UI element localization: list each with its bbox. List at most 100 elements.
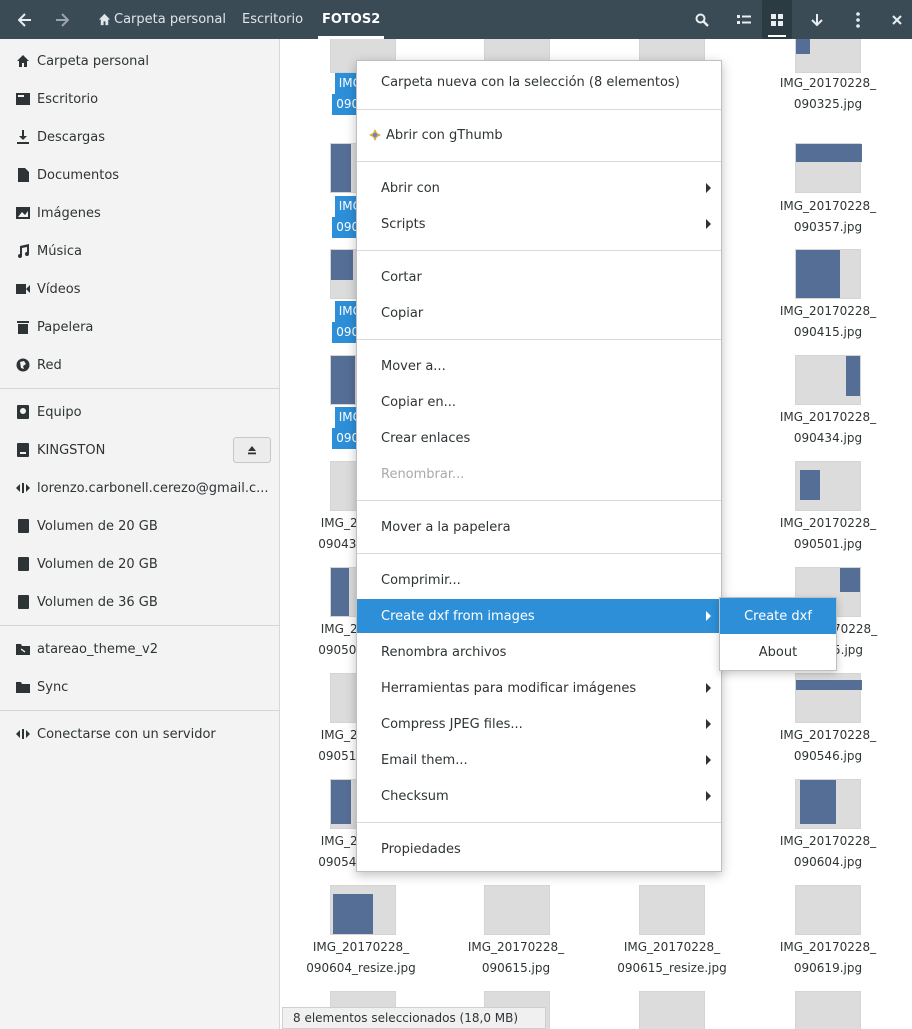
menu-separator (357, 822, 721, 823)
menu-item-copy-to[interactable]: Copiar en... (357, 385, 721, 419)
close-button[interactable] (884, 0, 910, 39)
menu-item-copy[interactable]: Copiar (357, 296, 721, 330)
file-name-line: IMG_20170228_ (779, 940, 877, 954)
file-label-fragment[interactable]: 70228_ 5.jpg (833, 619, 893, 661)
menu-button[interactable] (845, 0, 871, 39)
sidebar-item-label: Papelera (37, 319, 94, 335)
file-name-line: 5.jpg (833, 643, 864, 657)
file-thumbnail[interactable] (639, 991, 705, 1029)
sidebar: Carpeta personal Escritorio Descargas Do… (0, 39, 280, 1029)
sidebar-item-documents[interactable]: Documentos (0, 156, 279, 194)
file-label[interactable]: IMG_20170228_ 090546.jpg (758, 725, 898, 767)
breadcrumb-home[interactable]: Carpeta personal (98, 0, 226, 39)
sidebar-item-label: Conectarse con un servidor (37, 726, 216, 742)
file-label[interactable]: IMG_20170228_ 090619.jpg (758, 937, 898, 979)
grid-view-button[interactable] (762, 0, 792, 39)
sidebar-item-downloads[interactable]: Descargas (0, 118, 279, 156)
sidebar-item-music[interactable]: Música (0, 232, 279, 270)
menu-item-label: Create dxf from images (381, 608, 535, 624)
file-name-line: IMG_20170228_ (779, 199, 877, 213)
breadcrumb-current[interactable]: FOTOS2 (317, 0, 385, 39)
menu-item-rename-files[interactable]: Renombra archivos (357, 635, 721, 669)
file-label[interactable]: IMG_20170228_ 090325.jpg (758, 73, 898, 115)
menu-item-checksum[interactable]: Checksum (357, 779, 721, 813)
menu-separator (357, 553, 721, 554)
breadcrumb-desktop[interactable]: Escritorio (242, 0, 303, 39)
menu-item-move-to-trash[interactable]: Mover a la papelera (357, 510, 721, 544)
menu-item-scripts[interactable]: Scripts (357, 207, 721, 241)
search-button[interactable] (688, 0, 716, 39)
file-label[interactable]: IMG_20170228_ 090357.jpg (758, 196, 898, 238)
sort-button[interactable] (803, 0, 831, 39)
file-thumbnail[interactable] (795, 779, 861, 829)
sidebar-item-connect-server[interactable]: Conectarse con un servidor (0, 715, 279, 753)
file-thumbnail[interactable] (795, 143, 862, 193)
menu-item-cut[interactable]: Cortar (357, 260, 721, 294)
menu-item-open-gthumb[interactable]: Abrir con gThumb (357, 118, 721, 152)
sidebar-item-network[interactable]: Red (0, 346, 279, 384)
dxf-submenu: Create dxf About (719, 597, 837, 671)
menu-item-compress[interactable]: Comprimir... (357, 563, 721, 597)
eject-icon (248, 446, 256, 455)
file-thumbnail[interactable] (795, 355, 861, 405)
file-thumbnail[interactable] (795, 991, 861, 1029)
menu-item-image-tools[interactable]: Herramientas para modificar imágenes (357, 671, 721, 705)
sidebar-divider (0, 710, 279, 711)
sidebar-item-home[interactable]: Carpeta personal (0, 42, 279, 80)
sidebar-item-desktop[interactable]: Escritorio (0, 80, 279, 118)
sidebar-item-volume-36gb[interactable]: Volumen de 36 GB (0, 583, 279, 621)
file-label[interactable]: IMG_20170228_ 090615.jpg (446, 937, 586, 979)
file-thumbnail[interactable] (795, 673, 862, 723)
menu-item-move-to[interactable]: Mover a... (357, 349, 721, 383)
menu-item-create-links[interactable]: Crear enlaces (357, 421, 721, 455)
menu-item-open-with[interactable]: Abrir con (357, 171, 721, 205)
menu-item-compress-jpeg[interactable]: Compress JPEG files... (357, 707, 721, 741)
eject-button[interactable] (233, 437, 271, 463)
menu-item-new-folder-selection[interactable]: Carpeta nueva con la selección (8 elemen… (357, 65, 721, 99)
file-thumbnail[interactable] (795, 39, 861, 73)
sidebar-item-volume-20gb-2[interactable]: Volumen de 20 GB (0, 545, 279, 583)
sidebar-divider (0, 388, 279, 389)
submenu-item-about[interactable]: About (720, 634, 836, 670)
sidebar-item-volume-20gb-1[interactable]: Volumen de 20 GB (0, 507, 279, 545)
menu-separator (357, 339, 721, 340)
sidebar-item-sync[interactable]: Sync (0, 668, 279, 706)
menu-item-label: Copiar en... (381, 394, 456, 410)
menu-item-label: Email them... (381, 752, 468, 768)
menu-item-email-them[interactable]: Email them... (357, 743, 721, 777)
file-name-line: 090615.jpg (481, 961, 551, 975)
trash-icon (15, 319, 31, 335)
file-thumbnail[interactable] (484, 885, 550, 935)
menu-item-properties[interactable]: Propiedades (357, 832, 721, 866)
file-label[interactable]: IMG_20170228_ 090501.jpg (758, 513, 898, 555)
sidebar-item-atareao-theme[interactable]: atareao_theme_v2 (0, 630, 279, 668)
back-button[interactable] (10, 0, 40, 39)
menu-item-rename: Renombrar... (357, 457, 721, 491)
submenu-arrow-icon (706, 755, 711, 765)
sidebar-item-videos[interactable]: Vídeos (0, 270, 279, 308)
list-view-button[interactable] (730, 0, 758, 39)
sidebar-item-trash[interactable]: Papelera (0, 308, 279, 346)
file-label[interactable]: IMG_20170228_ 090415.jpg (758, 301, 898, 343)
menu-item-create-dxf-from-images[interactable]: Create dxf from images (357, 599, 721, 633)
file-label[interactable]: IMG_20170228_ 090604_resize.jpg (291, 937, 431, 979)
file-thumbnail[interactable] (330, 885, 396, 935)
file-label[interactable]: IMG_20170228_ 090604.jpg (758, 831, 898, 873)
file-thumbnail[interactable] (795, 885, 861, 935)
menu-item-label: Compress JPEG files... (381, 716, 523, 732)
file-name-line: 090415.jpg (793, 325, 863, 339)
menu-item-label: Create dxf (744, 608, 812, 624)
file-thumbnail[interactable] (795, 249, 861, 299)
file-thumbnail[interactable] (795, 461, 861, 511)
sidebar-item-remote[interactable]: lorenzo.carbonell.cerezo@gmail.c... (0, 469, 279, 507)
sidebar-item-images[interactable]: Imágenes (0, 194, 279, 232)
file-label[interactable]: IMG_20170228_ 090434.jpg (758, 407, 898, 449)
sidebar-item-computer[interactable]: Equipo (0, 393, 279, 431)
forward-button[interactable] (48, 0, 76, 39)
sidebar-item-kingston[interactable]: KINGSTON (0, 431, 225, 469)
file-label[interactable]: IMG_20170228_ 090615_resize.jpg (602, 937, 742, 979)
menu-separator (357, 500, 721, 501)
file-thumbnail[interactable] (639, 885, 705, 935)
disk-icon (15, 518, 31, 534)
submenu-item-create-dxf[interactable]: Create dxf (720, 598, 836, 634)
